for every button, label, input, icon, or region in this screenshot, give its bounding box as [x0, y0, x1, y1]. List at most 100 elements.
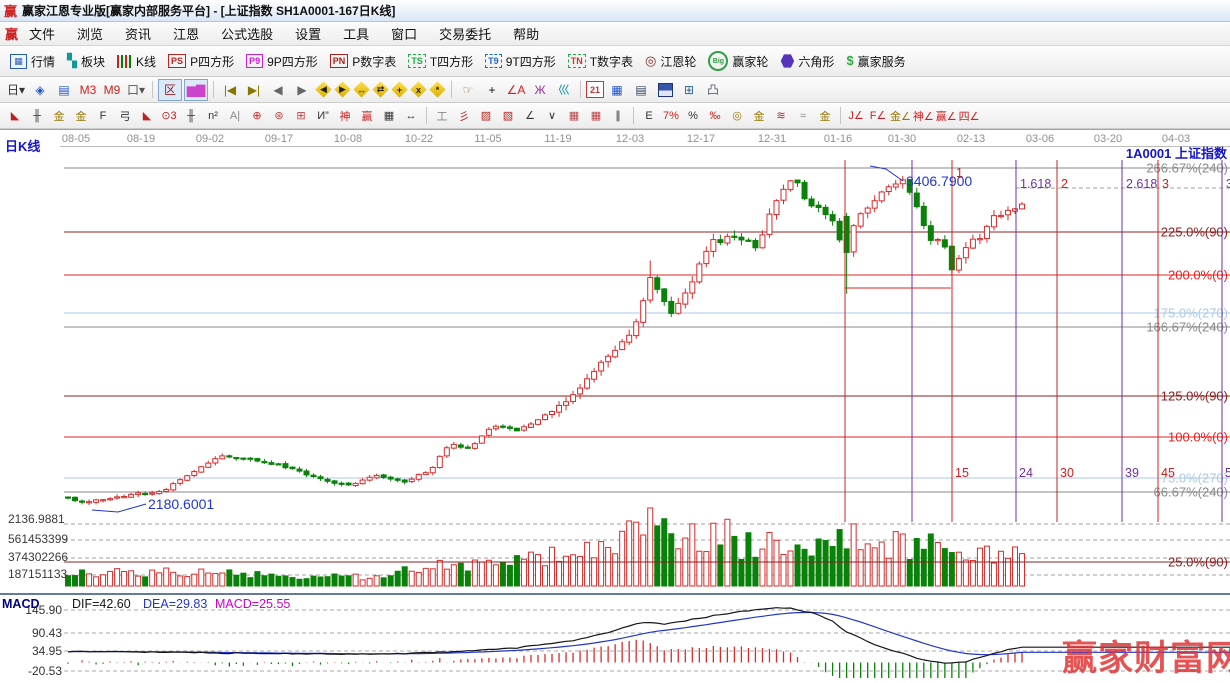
nav-hspan-diamond-button[interactable]: ↔ [353, 81, 370, 98]
shen-ruler-tool[interactable]: 神 [335, 106, 355, 126]
gann-wheel-button[interactable]: ◎江恩轮 [645, 53, 696, 70]
chart-9-button[interactable]: M9 [101, 80, 123, 100]
kline-period-button[interactable]: 日▾ [5, 80, 27, 100]
menu-item-3[interactable]: 资讯 [114, 24, 162, 43]
ying-ruler-tool[interactable]: 赢 [357, 106, 377, 126]
crosshair-button[interactable]: + [481, 80, 503, 100]
menu-item-6[interactable]: 设置 [284, 24, 332, 43]
menu-item-4[interactable]: 江恩 [162, 24, 210, 43]
page-prev-button[interactable]: ◀ [267, 80, 289, 100]
nav-center-diamond-button[interactable]: + [391, 81, 408, 98]
gold-circle-tool[interactable]: ◎ [727, 106, 747, 126]
nav-cross-diamond-button[interactable]: x [410, 81, 427, 98]
quotes-button[interactable]: ▦行情 [10, 53, 55, 70]
p-number-table-button[interactable]: PNP数字表 [330, 53, 397, 70]
p-square-button[interactable]: PSP四方形 [168, 53, 234, 70]
candle-style-button[interactable]: 口▾ [125, 80, 147, 100]
pen-bars-tool[interactable]: ≋ [771, 106, 791, 126]
jump-first-button[interactable]: |◀ [219, 80, 241, 100]
print-button[interactable]: 凸 [702, 80, 724, 100]
shen-angle-tool[interactable]: 神∠ [913, 106, 934, 126]
percent7-tool[interactable]: 7% [661, 106, 681, 126]
fan-box-tool[interactable]: ▨ [476, 106, 496, 126]
gold-level-tool[interactable]: 金 [749, 106, 769, 126]
self-select-button[interactable]: ◈ [29, 80, 51, 100]
nav-right-diamond-button[interactable]: ▶ [334, 81, 351, 98]
calendar-button[interactable]: 21 [586, 81, 604, 98]
t-square-button[interactable]: TST四方形 [408, 53, 473, 70]
kline-button[interactable]: K线 [117, 53, 156, 70]
angle-measure-button[interactable]: ∠A [505, 80, 527, 100]
nav-left-diamond-button[interactable]: ◀ [315, 81, 332, 98]
menu-item-10[interactable]: 帮助 [502, 24, 550, 43]
sectors-button[interactable]: ▚板块 [67, 53, 105, 70]
f10-report-button[interactable]: ▤ [53, 80, 75, 100]
cycle-circle-tool[interactable]: ⊙3 [159, 106, 179, 126]
frame-tool[interactable]: 工 [432, 106, 452, 126]
wave-tool[interactable]: ≈ [793, 106, 813, 126]
gold-wave-tool[interactable]: 金 [815, 106, 835, 126]
hexagon-button[interactable]: 六角形 [780, 53, 834, 70]
winner-wheel-button[interactable]: Big赢家轮 [708, 51, 768, 71]
grid-arrow-tool[interactable]: ▦ [586, 106, 606, 126]
ying-angle-tool[interactable]: 赢∠ [936, 106, 957, 126]
marker-pen-tool[interactable]: ◣ [137, 106, 157, 126]
menu-item-8[interactable]: 窗口 [380, 24, 428, 43]
si-angle-tool[interactable]: 四∠ [959, 106, 980, 126]
star-wheel-tool[interactable]: ⊛ [269, 106, 289, 126]
grid-tool[interactable]: ▦ [564, 106, 584, 126]
fan-lines-tool[interactable]: 彡 [454, 106, 474, 126]
chart-3-button[interactable]: M3 [77, 80, 99, 100]
ninet-square-button[interactable]: T99T四方形 [485, 53, 556, 70]
pen-tool[interactable]: ◣ [5, 106, 25, 126]
nav-swap-diamond-button[interactable]: ⇄ [372, 81, 389, 98]
span-arrow-tool[interactable]: ↔ [401, 106, 421, 126]
export-button[interactable]: ⊞ [678, 80, 700, 100]
parallel-tool[interactable]: ∥ [608, 106, 628, 126]
menu-item-1[interactable]: 文件 [18, 24, 66, 43]
fibo-tool[interactable]: F [93, 106, 113, 126]
gold-angle-tool[interactable]: 金∠ [890, 106, 911, 126]
grid-ruler-tool[interactable]: ╫ [181, 106, 201, 126]
toolbar-separator [426, 107, 427, 124]
gann-shape-button[interactable]: Ж [529, 80, 551, 100]
ruler-tool[interactable]: ╫ [27, 106, 47, 126]
f-angle-tool[interactable]: F∠ [868, 106, 888, 126]
j-angle-tool[interactable]: J∠ [846, 106, 866, 126]
web-wheel-tool[interactable]: ⊞ [291, 106, 311, 126]
compass-tool[interactable]: ⊕ [247, 106, 267, 126]
ruler-e-tool[interactable]: E [639, 106, 659, 126]
page-next-button[interactable]: ▶ [291, 80, 313, 100]
zigzag-tool[interactable]: ∨ [542, 106, 562, 126]
angle-lines-tool[interactable]: ∠ [520, 106, 540, 126]
menu-item-7[interactable]: 工具 [332, 24, 380, 43]
menu-item-9[interactable]: 交易委托 [428, 24, 502, 43]
drag-hand-button[interactable]: ☞ [457, 80, 479, 100]
t-number-table-button[interactable]: TNT数字表 [568, 53, 633, 70]
menu-item-5[interactable]: 公式选股 [210, 24, 284, 43]
gold-section-tool[interactable]: 金 [71, 106, 91, 126]
strategy-button[interactable]: 巛 [553, 80, 575, 100]
ninep-square-button[interactable]: P99P四方形 [246, 53, 318, 70]
grid-123-tool[interactable]: ▦ [379, 106, 399, 126]
save-button[interactable] [654, 80, 676, 100]
jump-last-button[interactable]: ▶| [243, 80, 265, 100]
mirror-tool[interactable]: A| [225, 106, 245, 126]
quote-mark-tool[interactable]: И” [313, 106, 333, 126]
box-fan-tool[interactable]: ▧ [498, 106, 518, 126]
chart-area[interactable]: 08-0508-1909-0209-1710-0810-2211-0511-19… [0, 129, 1230, 678]
notes-button[interactable]: ▤ [630, 80, 652, 100]
calculator-button[interactable]: ▦ [606, 80, 628, 100]
chart-canvas[interactable]: 08-0508-1909-0209-1710-0810-2211-0511-19… [0, 129, 1230, 678]
title-bar[interactable]: 赢 赢家江恩专业版[赢家内部服务平台] - [上证指数 SH1A0001-167… [0, 0, 1230, 22]
nav-move-diamond-button[interactable]: * [429, 81, 446, 98]
winner-service-button[interactable]: $赢家服务 [846, 53, 905, 70]
permille-tool[interactable]: ‰ [705, 106, 725, 126]
n-square-tool[interactable]: n² [203, 106, 223, 126]
region-select-button[interactable]: 区 [158, 79, 182, 101]
menu-item-2[interactable]: 浏览 [66, 24, 114, 43]
percent-tool[interactable]: % [683, 106, 703, 126]
spiral-tool[interactable]: 弓 [115, 106, 135, 126]
color-volume-button[interactable]: ▆▇ [184, 79, 208, 101]
gold-ratio-tool[interactable]: 金 [49, 106, 69, 126]
